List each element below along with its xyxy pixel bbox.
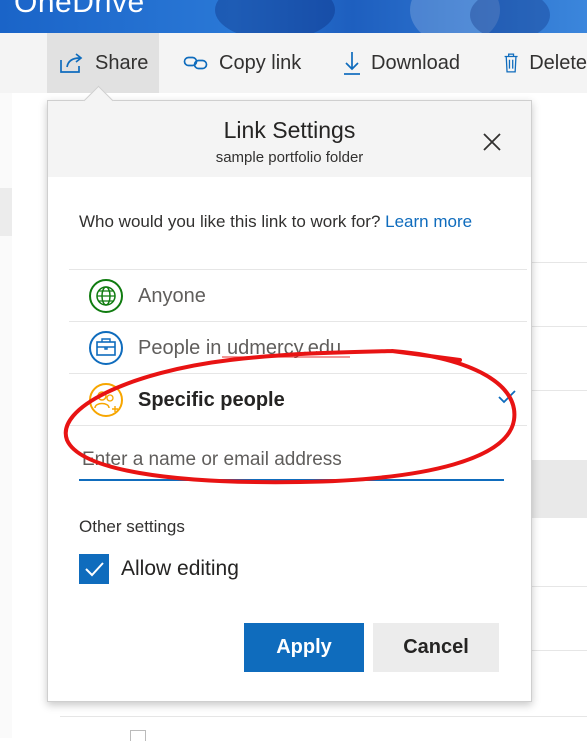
- apply-button[interactable]: Apply: [244, 623, 364, 672]
- trash-icon: [504, 53, 518, 73]
- close-icon[interactable]: [481, 131, 503, 153]
- option-organization[interactable]: People in udmercy.edu: [69, 321, 527, 374]
- option-specific-people-label: Specific people: [138, 388, 285, 411]
- command-bar: Share Copy link Download Delete: [0, 33, 587, 93]
- option-anyone-label: Anyone: [138, 284, 206, 307]
- app-title[interactable]: OneDrive: [14, 0, 145, 20]
- download-button[interactable]: Download: [343, 33, 460, 93]
- share-button[interactable]: Share: [47, 33, 159, 93]
- share-icon: [60, 53, 83, 73]
- briefcase-icon: [89, 331, 123, 365]
- download-icon: [344, 52, 360, 75]
- dialog-header: Link Settings sample portfolio folder: [48, 101, 531, 177]
- app-banner: OneDrive: [0, 0, 587, 33]
- allow-editing-checkbox[interactable]: [79, 554, 109, 584]
- download-label: Download: [371, 51, 460, 74]
- option-anyone[interactable]: Anyone: [69, 269, 527, 322]
- link-icon: [183, 56, 208, 70]
- dialog-title: Link Settings: [223, 117, 356, 143]
- option-organization-label: People in udmercy.edu: [138, 336, 342, 359]
- question-text: Who would you like this link to work for…: [79, 212, 381, 231]
- file-icon: [130, 730, 146, 741]
- learn-more-link[interactable]: Learn more: [385, 212, 472, 231]
- share-label: Share: [95, 51, 149, 74]
- checkmark-icon: [85, 562, 104, 577]
- copy-link-label: Copy link: [219, 51, 302, 74]
- option-specific-people[interactable]: Specific people: [69, 373, 527, 426]
- delete-label: Delete: [529, 51, 587, 74]
- allow-editing-label[interactable]: Allow editing: [121, 557, 239, 581]
- copy-link-button[interactable]: Copy link: [183, 33, 301, 93]
- audience-question: Who would you like this link to work for…: [79, 209, 479, 234]
- delete-button[interactable]: Delete: [503, 33, 587, 93]
- nav-pane-item[interactable]: [0, 188, 12, 236]
- cancel-button[interactable]: Cancel: [373, 623, 499, 672]
- dialog-subtitle: sample portfolio folder: [215, 149, 364, 166]
- link-settings-dialog: Link Settings sample portfolio folder Wh…: [47, 100, 532, 702]
- globe-icon: [89, 279, 123, 313]
- selected-file-row[interactable]: [530, 460, 587, 518]
- checkmark-icon: [498, 390, 516, 404]
- name-email-input[interactable]: [79, 441, 504, 481]
- other-settings-heading: Other settings: [79, 517, 185, 536]
- people-icon: [89, 383, 123, 417]
